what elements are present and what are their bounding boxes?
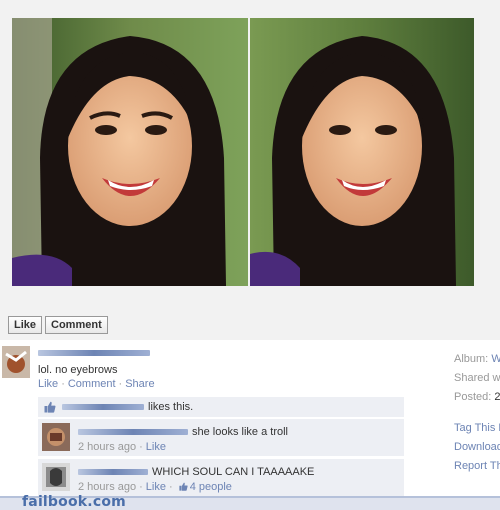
report-photo-link[interactable]: Report Thi — [454, 457, 500, 476]
thumbs-up-icon — [179, 482, 188, 491]
tag-photo-link[interactable]: Tag This F — [454, 419, 500, 438]
posted-label: Posted: — [454, 391, 492, 403]
separator: · — [168, 481, 173, 493]
commenter-name-redacted — [78, 429, 188, 436]
shared-line: Shared wi — [454, 372, 500, 384]
separator: · — [118, 378, 123, 390]
separator: · — [139, 481, 143, 493]
likes-text: likes this. — [148, 401, 194, 413]
album-label: Album: — [454, 353, 489, 365]
album-line: Album: W — [454, 350, 500, 369]
comment: she looks like a troll 2 hours ago · Like — [38, 418, 404, 456]
posted-value: 2 — [494, 391, 500, 403]
comment-likes-count-text: 4 people — [189, 481, 232, 493]
commenter-avatar[interactable] — [42, 423, 70, 451]
comment-text: WHICH SOUL CAN I TAAAAAKE — [152, 466, 315, 478]
photo-info-sidebar: Album: W Shared wi Posted: 2 Tag This F … — [454, 350, 500, 476]
comment-line: WHICH SOUL CAN I TAAAAAKE — [78, 466, 314, 478]
site-watermark: failbook.com — [22, 494, 126, 510]
author-avatar[interactable] — [2, 346, 30, 378]
photo-original[interactable] — [12, 18, 248, 286]
comment-likes-count[interactable]: 4 people — [179, 481, 232, 493]
likes-row: likes this. — [38, 397, 404, 417]
posted-line: Posted: 2 — [454, 388, 500, 407]
post-actions: Like · Comment · Share — [38, 378, 155, 390]
post-text: lol. no eyebrows — [38, 364, 118, 376]
liker-names-redacted — [62, 404, 144, 410]
download-link[interactable]: Download — [454, 438, 500, 457]
separator: · — [139, 441, 143, 453]
photo-actions: Like Comment — [8, 316, 108, 334]
separator: · — [61, 378, 65, 390]
author-name-redacted — [38, 350, 150, 356]
comment-text: she looks like a troll — [192, 426, 288, 438]
footer: failbook.com — [0, 494, 500, 510]
album-link[interactable]: W — [491, 353, 500, 365]
thumbs-up-icon — [44, 401, 56, 413]
comment-meta: 2 hours ago · Like · 4 people — [78, 481, 232, 493]
post-comment-link[interactable]: Comment — [68, 378, 116, 390]
post-like-link[interactable]: Like — [38, 378, 58, 390]
comment-like-link[interactable]: Like — [146, 441, 166, 453]
commenter-avatar[interactable] — [42, 463, 70, 491]
comment-line: she looks like a troll — [78, 426, 288, 438]
post: lol. no eyebrows Like · Comment · Share like… — [0, 340, 500, 496]
photo-edited[interactable] — [250, 18, 474, 286]
commenter-name-redacted — [78, 469, 148, 476]
photo-viewer: Like Comment — [0, 0, 500, 340]
comment: WHICH SOUL CAN I TAAAAAKE 2 hours ago · Li… — [38, 458, 404, 496]
comment-like-link[interactable]: Like — [146, 481, 166, 493]
comment-button[interactable]: Comment — [45, 316, 108, 334]
comment-meta: 2 hours ago · Like — [78, 441, 166, 453]
comment-time: 2 hours ago — [78, 481, 137, 493]
post-share-link[interactable]: Share — [125, 378, 154, 390]
like-button[interactable]: Like — [8, 316, 43, 334]
comment-time: 2 hours ago — [78, 441, 137, 453]
